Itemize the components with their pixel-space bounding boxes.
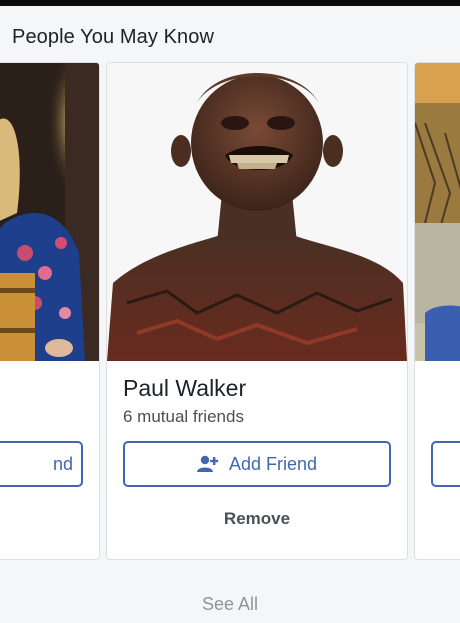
see-all-link[interactable]: See All: [0, 594, 460, 615]
add-friend-button-left[interactable]: nd: [0, 441, 83, 487]
add-friend-label: Add Friend: [228, 453, 318, 474]
remove-button[interactable]: Remove: [107, 509, 407, 529]
person-name[interactable]: Paul Walker: [123, 375, 246, 402]
profile-photo-left[interactable]: [0, 63, 99, 361]
add-friend-button[interactable]: Add Friend: [123, 441, 391, 487]
profile-photo-right[interactable]: [415, 63, 460, 361]
section-title: People You May Know: [12, 26, 215, 48]
add-friend-button-right[interactable]: [431, 441, 460, 487]
add-friend-label-left: nd: [52, 453, 73, 474]
add-friend-icon: [196, 455, 219, 473]
suggestion-card-right[interactable]: [414, 62, 460, 560]
suggestion-card[interactable]: Paul Walker 6 mutual friends Add Friend …: [106, 62, 408, 560]
suggestion-card-left[interactable]: nd: [0, 62, 100, 560]
mutual-friends-count[interactable]: 6 mutual friends: [123, 407, 244, 427]
profile-photo[interactable]: [107, 63, 407, 361]
